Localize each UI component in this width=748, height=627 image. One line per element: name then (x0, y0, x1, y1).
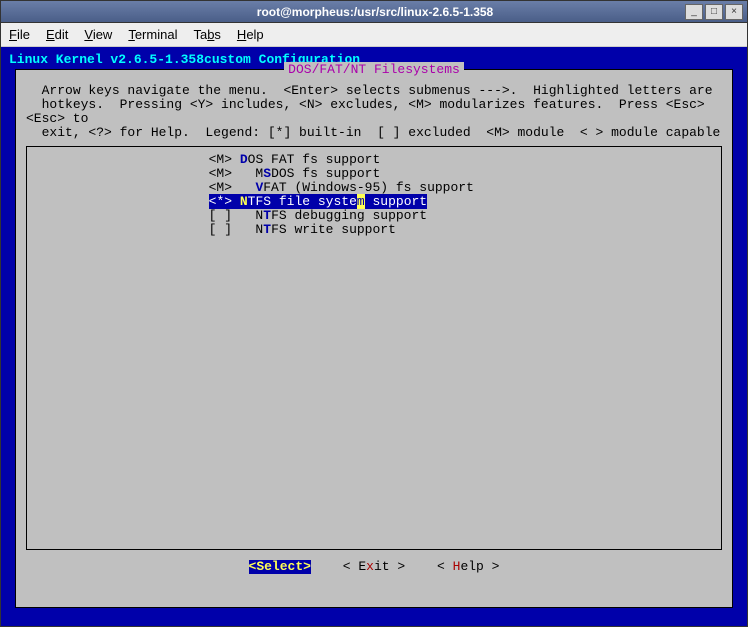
option-row-5[interactable]: [ ] NTFS write support (37, 223, 711, 237)
maximize-button[interactable]: □ (705, 4, 723, 20)
terminal-area[interactable]: Linux Kernel v2.6.5-1.358custom Configur… (1, 47, 747, 626)
window-title: root@morpheus:/usr/src/linux-2.6.5-1.358 (65, 5, 685, 19)
option-row-3[interactable]: <*> NTFS file system support (37, 195, 427, 209)
menuconfig-dialog: DOS/FAT/NT Filesystems Arrow keys naviga… (15, 69, 733, 608)
menu-terminal[interactable]: Terminal (128, 27, 177, 42)
minimize-button[interactable]: _ (685, 4, 703, 20)
dialog-title: DOS/FAT/NT Filesystems (284, 62, 464, 77)
options-list[interactable]: <M> DOS FAT fs support <M> MSDOS fs supp… (26, 146, 722, 550)
option-row-2[interactable]: <M> VFAT (Windows-95) fs support (37, 181, 711, 195)
menu-help[interactable]: Help (237, 27, 264, 42)
menubar: File Edit View Terminal Tabs Help (1, 23, 747, 47)
exit-button[interactable]: < Exit > (343, 560, 405, 574)
dialog-help-text: Arrow keys navigate the menu. <Enter> se… (16, 84, 732, 140)
menu-edit[interactable]: Edit (46, 27, 68, 42)
button-row: <Select> < Exit > < Help > (16, 556, 732, 578)
menu-file[interactable]: File (9, 27, 30, 42)
close-button[interactable]: × (725, 4, 743, 20)
menu-view[interactable]: View (84, 27, 112, 42)
option-row-4[interactable]: [ ] NTFS debugging support (37, 209, 711, 223)
help-button[interactable]: < Help > (437, 560, 499, 574)
select-button[interactable]: <Select> (249, 560, 311, 574)
option-row-1[interactable]: <M> MSDOS fs support (37, 167, 711, 181)
option-row-0[interactable]: <M> DOS FAT fs support (37, 153, 711, 167)
menu-tabs[interactable]: Tabs (193, 27, 220, 42)
titlebar[interactable]: root@morpheus:/usr/src/linux-2.6.5-1.358… (1, 1, 747, 23)
application-window: root@morpheus:/usr/src/linux-2.6.5-1.358… (0, 0, 748, 627)
